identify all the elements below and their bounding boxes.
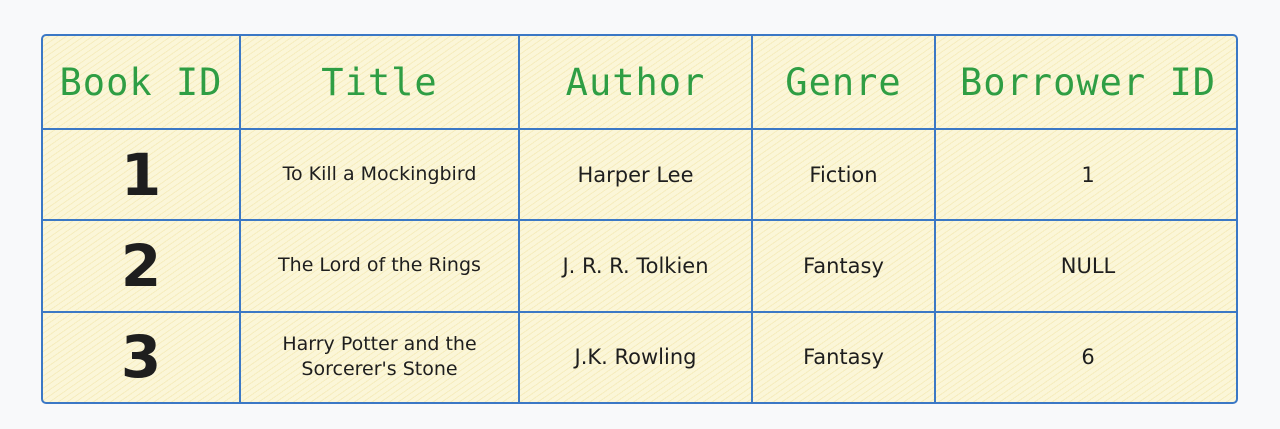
title-text: The Lord of the Rings [278, 254, 481, 277]
header-author: Author [518, 36, 753, 130]
borrower-id-cell: 1 [934, 127, 1236, 222]
table-row: 2 The Lord of the Rings J. R. R. Tolkien… [43, 219, 1236, 313]
title-text: Harry Potter and the Sorcerer's Stone [282, 332, 477, 381]
table-row: 3 Harry Potter and the Sorcerer's Stone … [43, 310, 1236, 402]
author-cell: Harper Lee [518, 127, 753, 222]
title-cell: To Kill a Mockingbird [239, 127, 520, 222]
header-borrower-id: Borrower ID [934, 36, 1236, 130]
header-row: Book ID Title Author Genre Borrower ID [43, 36, 1236, 130]
header-title: Title [239, 36, 520, 130]
genre-cell: Fantasy [751, 310, 936, 402]
author-cell: J. R. R. Tolkien [518, 219, 753, 313]
header-genre: Genre [751, 36, 936, 130]
genre-cell: Fiction [751, 127, 936, 222]
borrower-id-cell: NULL [934, 219, 1236, 313]
book-id-cell: 3 [43, 310, 241, 402]
title-text: To Kill a Mockingbird [282, 162, 477, 185]
books-table-grid: Book ID Title Author Genre Borrower ID 1… [43, 36, 1236, 402]
table-row: 1 To Kill a Mockingbird Harper Lee Ficti… [43, 127, 1236, 222]
genre-cell: Fantasy [751, 219, 936, 313]
book-id-cell: 2 [43, 219, 241, 313]
page: Book ID Title Author Genre Borrower ID 1… [0, 0, 1280, 429]
header-book-id: Book ID [43, 36, 241, 130]
title-cell: The Lord of the Rings [239, 219, 520, 313]
title-cell: Harry Potter and the Sorcerer's Stone [239, 310, 520, 402]
author-cell: J.K. Rowling [518, 310, 753, 402]
book-id-cell: 1 [43, 127, 241, 222]
borrower-id-cell: 6 [934, 310, 1236, 402]
books-table: Book ID Title Author Genre Borrower ID 1… [41, 34, 1238, 404]
